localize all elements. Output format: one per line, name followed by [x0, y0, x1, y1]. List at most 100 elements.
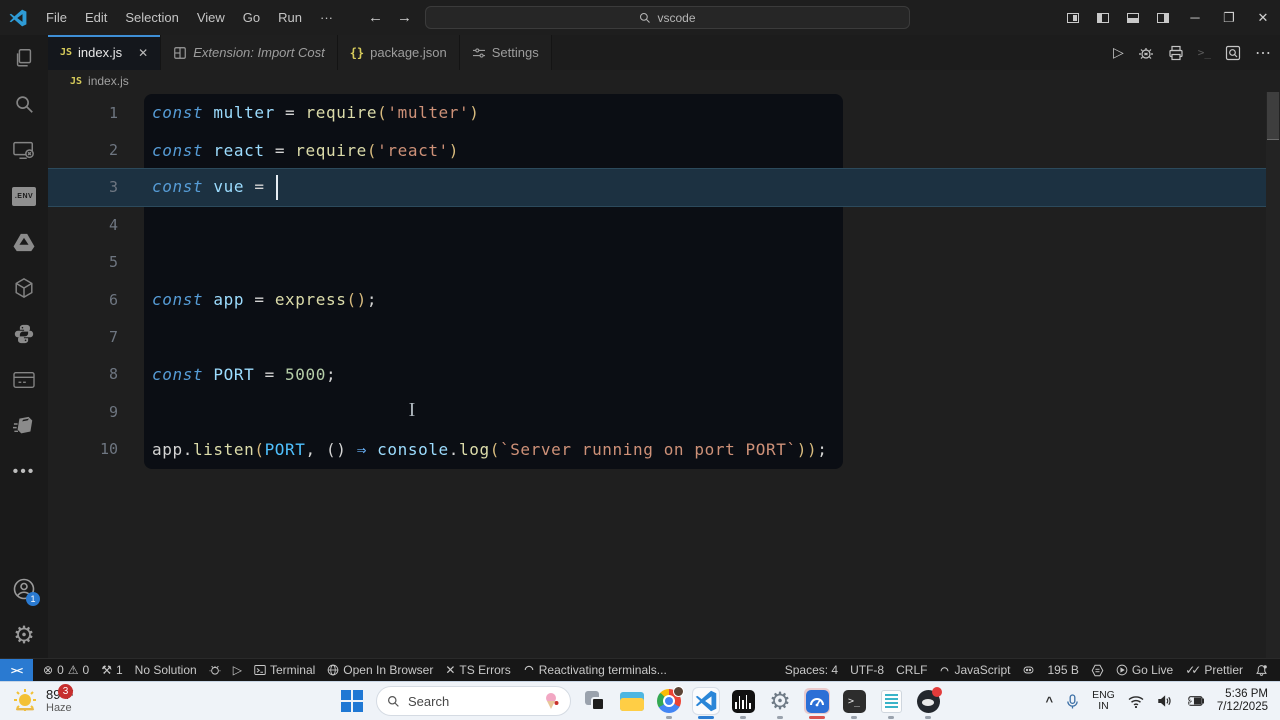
- line-number: 4: [108, 215, 118, 234]
- indentation-status[interactable]: Spaces: 4: [779, 663, 844, 677]
- nav-forward-icon[interactable]: →: [397, 9, 412, 26]
- customize-layout-icon[interactable]: [1058, 0, 1088, 35]
- scrollbar-slider[interactable]: [1267, 92, 1279, 140]
- menu-edit[interactable]: Edit: [76, 0, 116, 35]
- explorer-icon[interactable]: [0, 35, 48, 81]
- file-explorer-button[interactable]: [619, 688, 645, 714]
- ts-errors[interactable]: ✕ TS Errors: [439, 663, 516, 677]
- menu-selection[interactable]: Selection: [116, 0, 187, 35]
- tray-time: 5:36 PM: [1225, 688, 1268, 700]
- more-actions-icon[interactable]: ⋯: [1255, 43, 1272, 63]
- solution-status[interactable]: No Solution: [129, 663, 203, 677]
- hex-extension-icon[interactable]: [1085, 664, 1110, 677]
- code-line[interactable]: 8 const PORT = 5000;: [48, 356, 1280, 393]
- tab-index-js[interactable]: JS index.js ✕: [48, 35, 162, 70]
- toggle-sidebar-icon[interactable]: [1088, 0, 1118, 35]
- problems-indicator[interactable]: ⊗ 0 ⚠ 0: [37, 663, 95, 677]
- audio-app-button[interactable]: [730, 688, 756, 719]
- monitor-app-button[interactable]: [804, 688, 830, 719]
- settings-app-button[interactable]: ⚙: [767, 688, 793, 719]
- menu-go[interactable]: Go: [234, 0, 269, 35]
- code-line[interactable]: 1 const multer = require('multer'): [48, 94, 1280, 131]
- menu-view[interactable]: View: [188, 0, 234, 35]
- hidden-icons-chevron[interactable]: ^: [1045, 694, 1053, 709]
- code-line[interactable]: 9: [48, 393, 1280, 430]
- eol-status[interactable]: CRLF: [890, 663, 933, 677]
- task-view-button[interactable]: [582, 688, 608, 714]
- debug-icon[interactable]: [1138, 45, 1154, 61]
- nav-back-icon[interactable]: ←: [368, 9, 383, 26]
- search-sidebar-icon[interactable]: [0, 81, 48, 127]
- package-icon[interactable]: [0, 403, 48, 449]
- prettier-status[interactable]: ✓✓ Prettier: [1179, 663, 1249, 677]
- notes-app-button[interactable]: [878, 688, 904, 719]
- run-icon[interactable]: ▷: [1113, 44, 1124, 61]
- card-panel-icon[interactable]: [0, 357, 48, 403]
- vscode-button[interactable]: [692, 687, 720, 719]
- copilot-status-icon[interactable]: [1016, 664, 1041, 676]
- speaker-icon[interactable]: [1157, 694, 1173, 708]
- close-button[interactable]: ✕: [1246, 0, 1280, 35]
- weather-widget[interactable]: 3 89°F Haze: [0, 683, 200, 715]
- start-button[interactable]: [339, 688, 365, 714]
- toggle-panel-icon[interactable]: [1118, 0, 1148, 35]
- code-editor[interactable]: 1 const multer = require('multer') 2 const …: [48, 92, 1280, 658]
- account-icon[interactable]: 1: [0, 566, 48, 612]
- menu-file[interactable]: File: [37, 0, 76, 35]
- recorder-app-button[interactable]: [915, 686, 942, 719]
- python-icon[interactable]: [0, 311, 48, 357]
- terminal-status[interactable]: Terminal: [248, 663, 321, 677]
- more-views-icon[interactable]: •••: [0, 449, 48, 495]
- battery-charging-icon[interactable]: [1186, 695, 1204, 707]
- settings-gear-icon[interactable]: ⚙: [0, 612, 48, 658]
- microphone-icon[interactable]: [1066, 693, 1079, 709]
- remote-explorer-icon[interactable]: [0, 127, 48, 173]
- debug-status-icon[interactable]: [203, 664, 227, 676]
- tools-indicator[interactable]: ⚒ 1: [95, 663, 128, 677]
- breadcrumb[interactable]: JS index.js: [48, 70, 1280, 92]
- run-terminal-icon[interactable]: >_: [1198, 46, 1211, 59]
- menu-run[interactable]: Run: [269, 0, 311, 35]
- toggle-secondary-sidebar-icon[interactable]: [1148, 0, 1178, 35]
- editor-scrollbar[interactable]: [1266, 92, 1280, 658]
- wifi-icon[interactable]: [1128, 695, 1144, 708]
- taskbar-search[interactable]: Search: [376, 686, 571, 716]
- cube-extension-icon[interactable]: [0, 265, 48, 311]
- tab-extension-import-cost[interactable]: Extension: Import Cost: [161, 35, 338, 70]
- minimize-button[interactable]: ─: [1178, 0, 1212, 35]
- weather-condition: Haze: [46, 701, 72, 714]
- language-status[interactable]: JavaScript: [933, 663, 1016, 677]
- file-size-status[interactable]: 195 B: [1041, 663, 1084, 677]
- terminal-app-button[interactable]: >_: [841, 688, 867, 719]
- open-preview-icon[interactable]: [1225, 45, 1241, 61]
- menu-more[interactable]: ···: [311, 0, 342, 35]
- tab-settings[interactable]: Settings: [459, 35, 552, 70]
- code-line[interactable]: 7: [48, 318, 1280, 355]
- remote-indicator[interactable]: ><: [0, 659, 33, 681]
- search-icon: [640, 12, 651, 23]
- command-center-search[interactable]: vscode: [425, 6, 910, 29]
- tab-close-icon[interactable]: ✕: [138, 46, 148, 60]
- code-line[interactable]: 2 const react = require('react'): [48, 131, 1280, 168]
- code-line[interactable]: 4: [48, 206, 1280, 243]
- code-line[interactable]: 10 app.listen(PORT, () ⇒ console.log(`Ser…: [48, 431, 1280, 468]
- dotenv-icon[interactable]: .ENV: [0, 173, 48, 219]
- drive-icon[interactable]: [0, 219, 48, 265]
- run-status-icon[interactable]: ▷: [227, 664, 248, 676]
- clock[interactable]: 5:36 PM 7/12/2025: [1217, 688, 1268, 714]
- language-indicator[interactable]: ENG IN: [1092, 690, 1115, 712]
- code-line[interactable]: 6 const app = express();: [48, 281, 1280, 318]
- tab-package-json[interactable]: {} package.json: [337, 35, 460, 70]
- encoding-status[interactable]: UTF-8: [844, 663, 890, 677]
- spinner-icon: [524, 665, 534, 671]
- open-in-browser[interactable]: Open In Browser: [321, 663, 439, 677]
- code-line[interactable]: 3 const vue =: [48, 168, 1280, 207]
- go-live[interactable]: Go Live: [1110, 663, 1179, 677]
- notifications-bell[interactable]: [1249, 664, 1274, 677]
- restore-button[interactable]: ❐: [1212, 0, 1246, 35]
- chrome-button[interactable]: [656, 686, 684, 719]
- haze-sun-icon: [14, 689, 36, 711]
- reactivating-terminals[interactable]: Reactivating terminals...: [517, 663, 673, 677]
- print-icon[interactable]: [1168, 45, 1184, 61]
- code-line[interactable]: 5: [48, 244, 1280, 281]
